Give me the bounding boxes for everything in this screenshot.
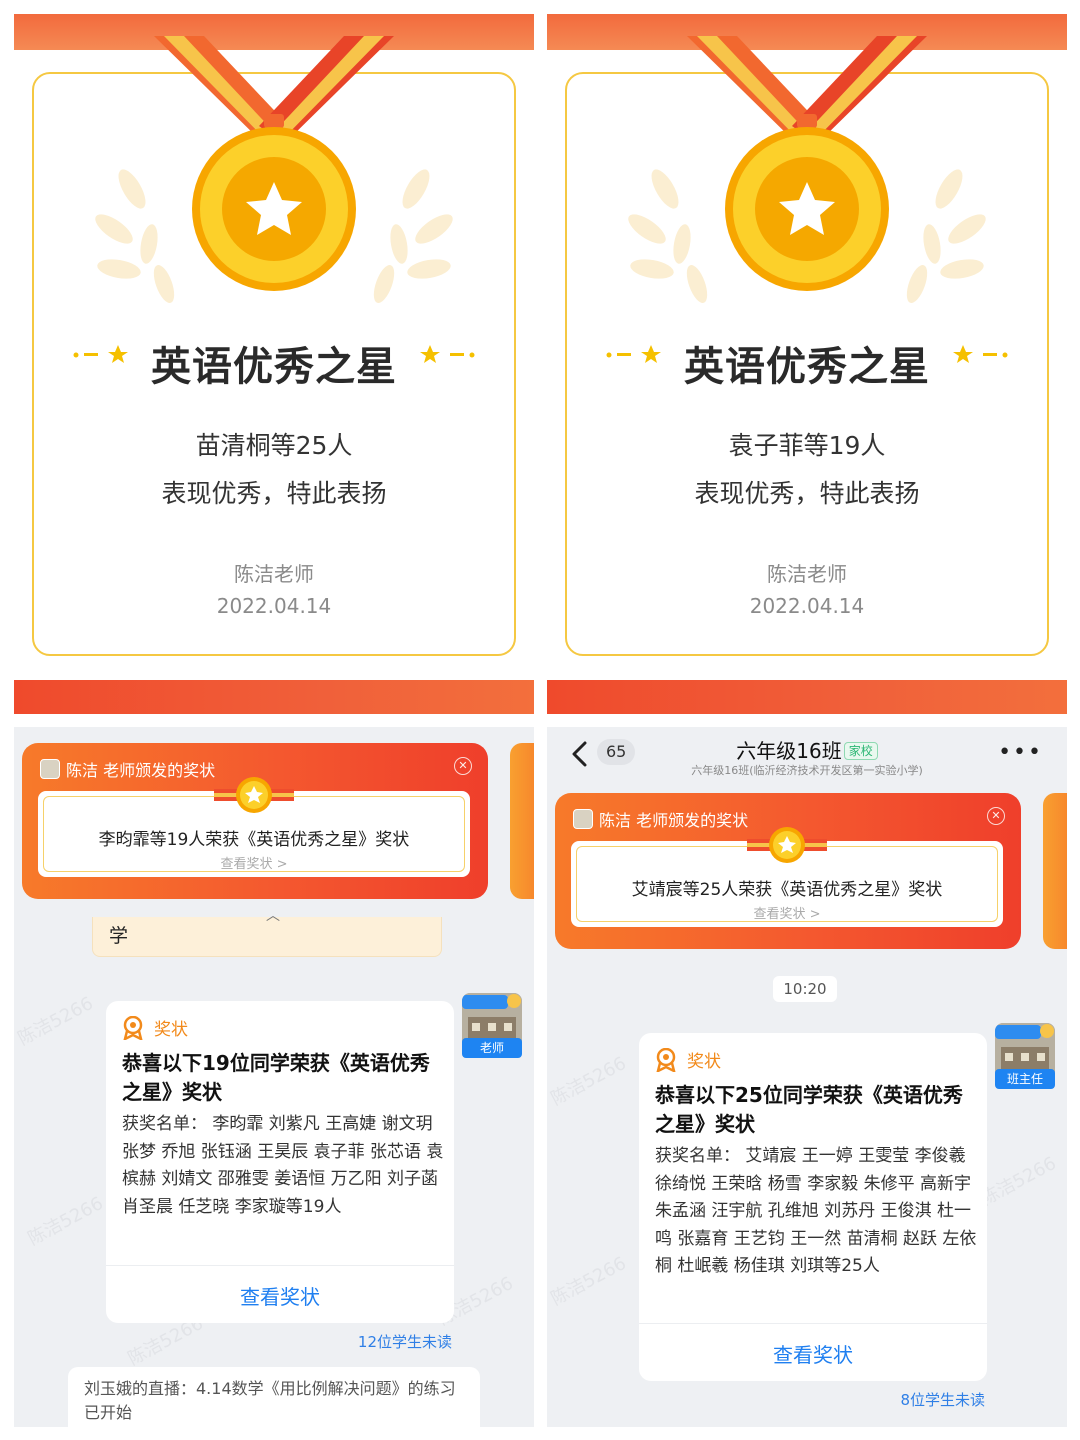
certificate-title: 英语优秀之星	[684, 344, 930, 390]
watermark: 陈洁5266	[547, 1052, 630, 1110]
banner-award-text: 李昀霏等19人荣获《英语优秀之星》奖状	[98, 830, 410, 850]
certificate-date: 2022.04.14	[749, 594, 865, 618]
certificate-recipients: 苗清桐等25人	[195, 431, 353, 460]
certificate-teacher: 陈洁老师	[767, 562, 847, 586]
message-type-label: 奖状	[687, 1052, 721, 1072]
collapse-caret-icon[interactable]: ︿	[266, 905, 280, 925]
teacher-avatar	[40, 759, 60, 779]
watermark: 陈洁5266	[977, 1152, 1060, 1210]
group-title: 六年级16班 家校	[547, 735, 1067, 764]
message-type-label: 奖状	[154, 1020, 188, 1040]
group-subtitle: 六年级16班(临沂经济技术开发区第一实验小学)	[691, 764, 923, 777]
close-icon[interactable]: ✕	[987, 807, 1005, 825]
certificate-title: 英语优秀之星	[151, 344, 397, 390]
view-certificate-link[interactable]: 查看奖状 >	[38, 853, 470, 872]
role-badge: 老师	[462, 1038, 522, 1058]
chat-screen-left: 陈洁5266 陈洁5266 陈洁5266 陈洁5266 学 ︿ 陈洁 老师颁发的…	[14, 727, 534, 1427]
banner-header: 陈洁 老师颁发的奖状	[66, 761, 216, 780]
message-time: 10:20	[773, 976, 837, 1002]
message-type: 奖状	[122, 1015, 188, 1040]
award-ribbon-icon	[656, 1047, 676, 1072]
certificate-praise: 表现优秀，特此表扬	[161, 479, 387, 508]
award-message-card[interactable]: 奖状 恭喜以下25位同学荣获《英语优秀之星》奖状 获奖名单： 艾靖宸 王一婷 王…	[639, 1033, 987, 1381]
watermark: 陈洁5266	[14, 992, 97, 1050]
winner-list: 获奖名单： 艾靖宸 王一婷 王雯莹 李俊羲 徐绮悦 王荣晗 杨雪 李家毅 朱修平…	[655, 1146, 977, 1276]
close-icon[interactable]: ✕	[454, 757, 472, 775]
banner-award-text: 艾靖宸等25人荣获《英语优秀之星》奖状	[631, 880, 943, 900]
next-banner-peek[interactable]	[1043, 793, 1067, 949]
live-stream-text: 刘玉娥的直播：4.14数学《用比例解决问题》的练习 已开始	[84, 1379, 456, 1422]
award-banner[interactable]: 陈洁 老师颁发的奖状 ✕ 艾靖宸等25人荣获《英语优秀之星》奖状 查看奖状 >	[555, 793, 1021, 949]
message-type: 奖状	[655, 1047, 721, 1072]
certificate-bottom-bar	[547, 680, 1067, 714]
medal-icon	[747, 827, 827, 863]
certificate-date: 2022.04.14	[216, 594, 332, 618]
watermark: 陈洁5266	[547, 1252, 630, 1310]
group-tag: 家校	[843, 742, 878, 760]
banner-card[interactable]: 艾靖宸等25人荣获《英语优秀之星》奖状 查看奖状 >	[571, 827, 1003, 927]
message-title: 恭喜以下19位同学荣获《英语优秀之星》奖状	[122, 1051, 430, 1104]
watermark: 陈洁5266	[24, 1192, 107, 1250]
winner-list: 获奖名单： 李昀霏 刘紫凡 王高婕 谢文玥 张梦 乔旭 张钰涵 王昊辰 袁子菲 …	[122, 1114, 444, 1217]
certificate-praise: 表现优秀，特此表扬	[694, 479, 920, 508]
certificate-bottom-bar	[14, 680, 534, 714]
chat-header: 65 六年级16班 家校 六年级16班(临沂经济技术开发区第一实验小学) •••	[547, 727, 1067, 785]
certificate-left: 英语优秀之星 苗清桐等25人 表现优秀，特此表扬 陈洁老师 2022.04.14	[14, 14, 534, 714]
award-ribbon-icon	[123, 1015, 143, 1040]
banner-card[interactable]: 李昀霏等19人荣获《英语优秀之星》奖状 查看奖状 >	[38, 777, 470, 877]
view-certificate-link[interactable]: 查看奖状 >	[571, 903, 1003, 922]
banner-header: 陈洁 老师颁发的奖状	[599, 811, 749, 830]
role-badge: 班主任	[995, 1069, 1055, 1089]
live-stream-notice[interactable]: 刘玉娥的直播：4.14数学《用比例解决问题》的练习 已开始	[68, 1367, 480, 1427]
award-banner[interactable]: 陈洁 老师颁发的奖状 ✕ 李昀霏等19人荣获《英语优秀之星》奖状 查看奖状 >	[22, 743, 488, 899]
previous-message-text: 学	[109, 925, 129, 947]
medal-icon	[214, 777, 294, 813]
unread-count[interactable]: 12位学生未读	[358, 1331, 452, 1352]
chat-screen-right: 陈洁5266 陈洁5266 陈洁5266 65 六年级16班 家校 六年级16班(…	[547, 727, 1067, 1427]
more-options-icon[interactable]: •••	[998, 742, 1043, 764]
certificate-right: 英语优秀之星 袁子菲等19人 表现优秀，特此表扬 陈洁老师 2022.04.14	[547, 14, 1067, 714]
certificate-recipients: 袁子菲等19人	[728, 431, 886, 460]
next-banner-peek[interactable]	[510, 743, 534, 899]
view-certificate-button[interactable]: 查看奖状	[106, 1281, 454, 1310]
teacher-avatar	[573, 809, 593, 829]
certificate-teacher: 陈洁老师	[234, 562, 314, 586]
message-title: 恭喜以下25位同学荣获《英语优秀之星》奖状	[655, 1083, 963, 1136]
award-message-card[interactable]: 奖状 恭喜以下19位同学荣获《英语优秀之星》奖状 获奖名单： 李昀霏 刘紫凡 王…	[106, 1001, 454, 1323]
group-name: 六年级16班	[736, 739, 842, 763]
view-certificate-button[interactable]: 查看奖状	[639, 1339, 987, 1368]
unread-count[interactable]: 8位学生未读	[900, 1389, 985, 1410]
